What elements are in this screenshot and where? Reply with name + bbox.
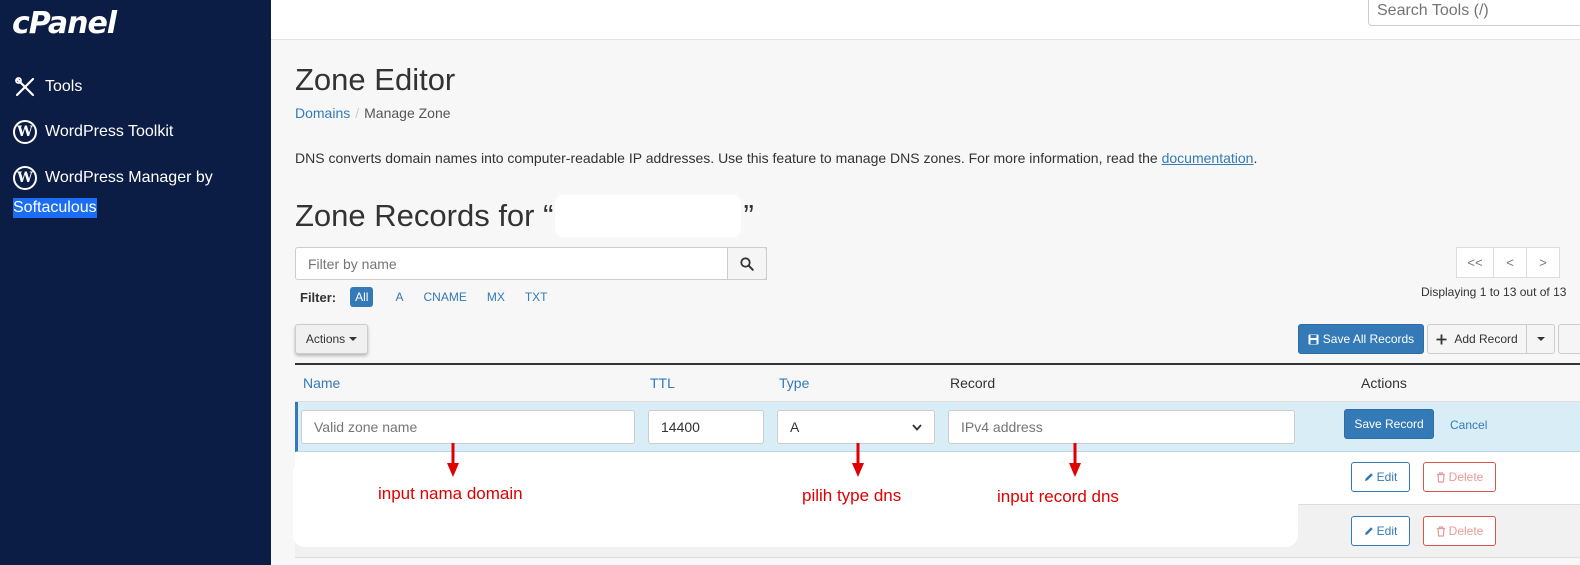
filter-chips: Filter: All A CNAME MX TXT bbox=[300, 287, 568, 307]
actions-dropdown-button[interactable]: Actions bbox=[295, 324, 368, 354]
search-icon bbox=[740, 256, 754, 271]
filter-label: Filter: bbox=[300, 289, 337, 305]
pagination: << < > bbox=[1456, 247, 1560, 278]
arrow-down-icon bbox=[852, 443, 864, 477]
sidebar-item-label: WordPress Toolkit bbox=[45, 123, 174, 140]
column-header-name[interactable]: Name bbox=[303, 375, 340, 391]
breadcrumb-current: Manage Zone bbox=[364, 105, 451, 121]
annotation-record-label: input record dns bbox=[997, 487, 1119, 506]
column-header-type[interactable]: Type bbox=[779, 375, 809, 391]
plus-icon bbox=[1436, 334, 1447, 344]
record-value-input[interactable] bbox=[948, 410, 1295, 444]
type-select[interactable]: A bbox=[777, 410, 935, 444]
arrow-down-icon bbox=[447, 443, 459, 477]
sidebar-item-wordpress-manager[interactable]: W WordPress Manager by bbox=[13, 166, 213, 190]
chevron-down-icon bbox=[912, 423, 922, 431]
ttl-input[interactable] bbox=[648, 410, 764, 444]
search-button[interactable] bbox=[727, 247, 767, 280]
breadcrumb: Domains / Manage Zone bbox=[295, 105, 451, 121]
pencil-icon bbox=[1364, 473, 1373, 481]
sidebar-item-softaculous[interactable]: Softaculous bbox=[13, 198, 97, 218]
filter-chip-cname[interactable]: CNAME bbox=[423, 290, 466, 304]
documentation-link[interactable]: documentation bbox=[1162, 150, 1254, 166]
page-title: Zone Editor bbox=[295, 62, 456, 97]
filter-chip-mx[interactable]: MX bbox=[487, 290, 505, 304]
zone-name-input[interactable] bbox=[301, 410, 635, 444]
sidebar-item-wordpress-toolkit[interactable]: W WordPress Toolkit bbox=[13, 120, 173, 144]
save-all-records-button[interactable]: Save All Records bbox=[1298, 324, 1424, 354]
add-record-button[interactable]: Add Record bbox=[1427, 324, 1527, 354]
column-header-ttl[interactable]: TTL bbox=[650, 375, 675, 391]
delete-button[interactable]: Delete bbox=[1423, 462, 1496, 492]
zone-records-title: Zone Records for “” bbox=[295, 195, 754, 237]
search-tools-input[interactable] bbox=[1368, 0, 1580, 26]
column-header-record: Record bbox=[950, 375, 996, 391]
pencil-icon bbox=[1364, 527, 1373, 535]
tools-icon bbox=[13, 75, 37, 99]
annotation-panel bbox=[293, 461, 1298, 547]
add-record-dropdown-button[interactable] bbox=[1526, 324, 1555, 354]
displaying-count: Displaying 1 to 13 out of 13 bbox=[1421, 285, 1567, 299]
arrow-down-icon bbox=[1069, 443, 1081, 477]
extra-toolbar-button[interactable] bbox=[1558, 324, 1580, 354]
edit-button[interactable]: Edit bbox=[1351, 462, 1410, 492]
top-bar bbox=[271, 0, 1580, 40]
save-record-button[interactable]: Save Record bbox=[1344, 409, 1434, 439]
trash-icon bbox=[1436, 471, 1445, 483]
sidebar-item-label: WordPress Manager by bbox=[45, 169, 213, 186]
page-next-button[interactable]: > bbox=[1526, 247, 1560, 278]
breadcrumb-domains[interactable]: Domains bbox=[295, 105, 350, 121]
save-icon bbox=[1308, 334, 1319, 344]
annotation-type-label: pilih type dns bbox=[802, 486, 902, 505]
filter-chip-all[interactable]: All bbox=[350, 287, 374, 307]
new-record-row: A Save Record Cancel bbox=[295, 402, 1580, 452]
caret-down-icon bbox=[1536, 337, 1545, 341]
filter-chip-a[interactable]: A bbox=[395, 290, 403, 304]
trash-icon bbox=[1436, 525, 1445, 537]
filter-input[interactable] bbox=[295, 247, 767, 280]
page-first-button[interactable]: << bbox=[1456, 247, 1494, 278]
column-header-actions: Actions bbox=[1361, 375, 1407, 391]
sidebar-item-tools[interactable]: Tools bbox=[13, 75, 82, 99]
cancel-link[interactable]: Cancel bbox=[1450, 418, 1487, 432]
cpanel-logo[interactable]: cPanel bbox=[12, 6, 117, 41]
filter-chip-txt[interactable]: TXT bbox=[525, 290, 548, 304]
sidebar: cPanel Tools W WordPress Toolkit W WordP… bbox=[0, 0, 271, 565]
wordpress-icon: W bbox=[13, 120, 37, 144]
page-prev-button[interactable]: < bbox=[1493, 247, 1527, 278]
page-description: DNS converts domain names into computer-… bbox=[295, 150, 1258, 166]
wordpress-icon: W bbox=[13, 166, 37, 190]
redacted-domain bbox=[555, 195, 742, 237]
sidebar-item-label: Tools bbox=[45, 78, 83, 95]
caret-down-icon bbox=[349, 337, 358, 341]
edit-button[interactable]: Edit bbox=[1351, 516, 1410, 546]
records-table-header: Name TTL Type Record Actions bbox=[295, 363, 1580, 402]
delete-button[interactable]: Delete bbox=[1423, 516, 1496, 546]
annotation-name-label: input nama domain bbox=[378, 484, 523, 503]
